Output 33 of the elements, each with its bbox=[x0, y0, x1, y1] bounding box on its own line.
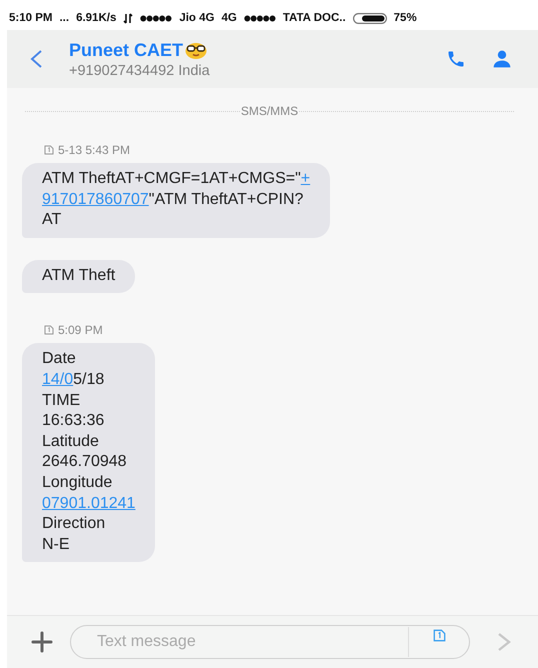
network-type: 4G bbox=[222, 12, 237, 24]
carrier-name: Jio 4G bbox=[179, 12, 214, 24]
message-link[interactable]: 917017860707 bbox=[42, 190, 149, 208]
message-time: 5:09 PM bbox=[58, 323, 103, 338]
contact-button[interactable] bbox=[492, 49, 512, 69]
battery-icon bbox=[352, 12, 387, 24]
data-transfer-icon bbox=[123, 12, 134, 24]
channel-label: SMS/MMS bbox=[240, 104, 300, 118]
signal-icon bbox=[244, 14, 276, 22]
message-link[interactable]: + bbox=[300, 170, 310, 187]
status-time: 5:10 PM bbox=[9, 12, 52, 24]
contact-number: +919027434492 India bbox=[69, 62, 211, 78]
contact-name: Puneet CAET bbox=[69, 40, 184, 60]
message-link[interactable]: 14/0 bbox=[42, 370, 74, 388]
attach-button[interactable] bbox=[31, 631, 53, 653]
message-link[interactable]: 07901.01241 bbox=[42, 494, 136, 512]
message-text: ATM Theft bbox=[42, 266, 116, 286]
sim-select-icon[interactable] bbox=[432, 629, 446, 642]
sim-icon bbox=[44, 325, 54, 336]
signal-icon bbox=[140, 14, 172, 22]
sim-icon bbox=[44, 145, 54, 155]
status-more: ... bbox=[59, 12, 70, 24]
message-text: Date 14/05/18 TIME 16:63:36 Latitude 2646.70948 Longitude 07901.01241 Direction N-E bbox=[42, 349, 136, 555]
carrier-name: TATA DOC.. bbox=[282, 12, 346, 24]
network-speed: 6.91K/s bbox=[76, 12, 116, 24]
message-field[interactable]: Text message bbox=[70, 625, 470, 659]
message-input-field[interactable]: Text message bbox=[95, 632, 408, 652]
back-icon[interactable] bbox=[29, 49, 43, 69]
emoji-icon bbox=[185, 41, 208, 59]
message-time: 5-13 5:43 PM bbox=[58, 143, 130, 157]
message-text: ATM TheftAT+CMGF=1AT+CMGS="+ 917017860707"ATM TheftAT+CPIN? AT bbox=[42, 169, 310, 230]
battery-percent: 75% bbox=[394, 12, 417, 24]
call-button[interactable] bbox=[446, 49, 466, 69]
